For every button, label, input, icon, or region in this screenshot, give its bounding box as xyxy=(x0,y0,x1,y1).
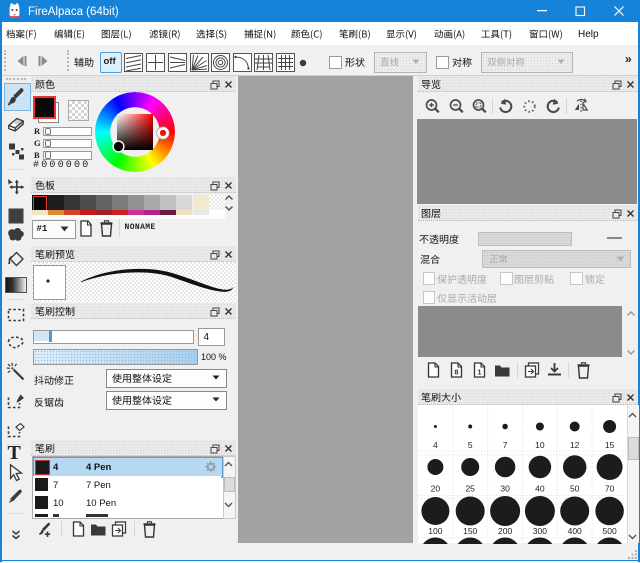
svg-text:500: 500 xyxy=(602,526,616,536)
svg-text:50: 50 xyxy=(569,483,579,493)
svg-text:10: 10 xyxy=(535,440,545,450)
svg-text:20: 20 xyxy=(430,483,440,493)
svg-text:30: 30 xyxy=(500,483,510,493)
svg-text:12: 12 xyxy=(569,440,579,450)
svg-text:8: 8 xyxy=(454,368,458,377)
svg-text:15: 15 xyxy=(604,440,614,450)
svg-text:70: 70 xyxy=(604,483,614,493)
svg-text:100: 100 xyxy=(428,526,442,536)
svg-text:25: 25 xyxy=(465,483,475,493)
svg-text:150: 150 xyxy=(463,526,477,536)
svg-text:400: 400 xyxy=(567,526,581,536)
svg-text:1: 1 xyxy=(477,368,481,377)
svg-text:4: 4 xyxy=(433,440,438,450)
svg-text:300: 300 xyxy=(532,526,546,536)
svg-text:40: 40 xyxy=(535,483,545,493)
svg-text:5: 5 xyxy=(467,440,472,450)
svg-text:200: 200 xyxy=(498,526,512,536)
svg-text:7: 7 xyxy=(502,440,507,450)
